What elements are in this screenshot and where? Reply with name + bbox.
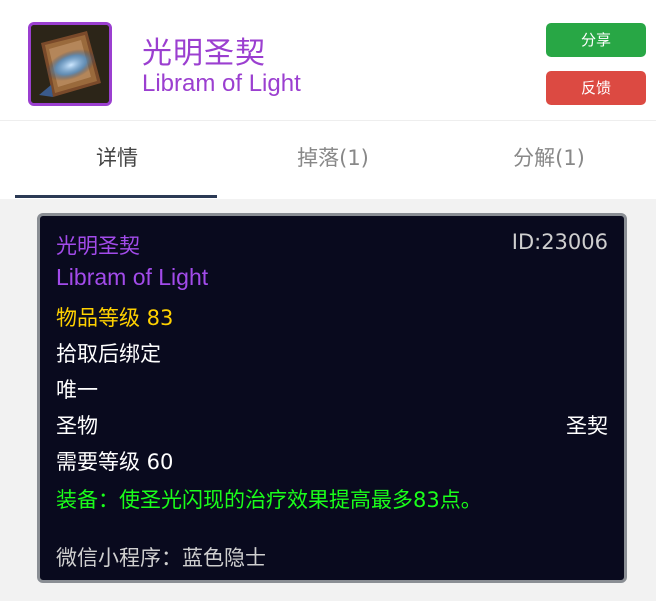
tooltip-equip-effect: 装备：使圣光闪现的治疗效果提高最多83点。 — [56, 488, 482, 512]
item-title: 光明圣契 — [142, 36, 266, 71]
tooltip-item-name: 光明圣契 — [56, 234, 140, 258]
tooltip-item-level: 物品等级 83 — [56, 306, 174, 330]
tooltip-unique: 唯一 — [56, 378, 98, 402]
tooltip-bind-type: 拾取后绑定 — [56, 342, 161, 366]
tooltip-required-level: 需要等级 60 — [56, 450, 174, 474]
tab-details[interactable]: 详情 — [8, 121, 226, 195]
tooltip-item-type: 圣契 — [566, 414, 608, 438]
tab-disenchant[interactable]: 分解(1) — [440, 121, 656, 195]
item-tooltip: 光明圣契 ID:23006 Libram of Light 物品等级 83 拾取… — [37, 213, 627, 583]
feedback-button[interactable]: 反馈 — [546, 71, 646, 105]
tooltip-slot: 圣物 — [56, 414, 98, 438]
tooltip-item-id: ID:23006 — [511, 230, 608, 254]
tooltip-item-name-english: Libram of Light — [56, 264, 209, 290]
item-header: 光明圣契 Libram of Light 分享 反馈 — [0, 0, 656, 120]
libram-book-icon — [28, 22, 112, 106]
tab-drops[interactable]: 掉落(1) — [224, 121, 442, 195]
active-tab-indicator — [15, 195, 217, 198]
share-button[interactable]: 分享 — [546, 23, 646, 57]
tooltip-footer-source: 微信小程序：蓝色隐士 — [56, 546, 266, 570]
item-title-english: Libram of Light — [142, 70, 301, 97]
tab-bar: 详情 掉落(1) 分解(1) — [0, 121, 656, 199]
